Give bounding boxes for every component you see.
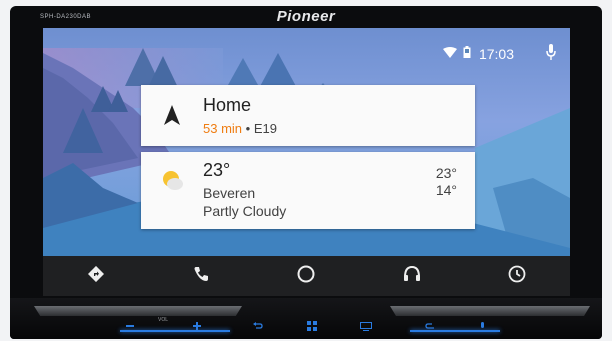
- dock-exit-button[interactable]: [497, 260, 537, 292]
- eta-text: 53 min: [203, 121, 243, 136]
- grid-icon: [307, 321, 317, 331]
- android-auto-screen: 17:03 Home 53 min • E19 23° Beveren Part…: [43, 28, 570, 296]
- clock: 17:03: [478, 46, 514, 62]
- bezel-trim-right: [390, 306, 590, 316]
- destination-name: Home: [203, 95, 252, 115]
- dock-phone-button[interactable]: [181, 260, 221, 292]
- route-info: 53 min • E19: [203, 121, 277, 136]
- navigation-arrow-icon: [164, 105, 180, 130]
- route-name: E19: [253, 121, 277, 136]
- home-circle-icon: [297, 265, 315, 287]
- blue-illumination-left: [120, 330, 230, 332]
- back-icon: [425, 323, 434, 329]
- hw-back-button[interactable]: [410, 316, 450, 336]
- headphones-icon: [403, 265, 421, 286]
- blue-illumination-right: [410, 330, 500, 332]
- model-label: SPH-DA230DAB: [40, 14, 92, 20]
- dock-media-button[interactable]: [392, 260, 432, 292]
- status-bar: 17:03: [437, 43, 556, 65]
- head-unit-bezel: SPH-DA230DAB Pioneer 17:03 Home 53 min •…: [10, 6, 602, 339]
- battery-icon: [463, 45, 471, 63]
- exit-icon: [508, 265, 526, 287]
- weather-condition: Partly Cloudy: [203, 203, 287, 219]
- hw-voice-button[interactable]: [470, 316, 494, 336]
- dock-navigation-button[interactable]: [76, 260, 116, 292]
- weather-card[interactable]: 23° Beveren Partly Cloudy 23° 14°: [141, 152, 475, 229]
- current-temperature: 23°: [203, 160, 231, 180]
- separator: •: [242, 121, 254, 136]
- high-temperature: 23°: [435, 165, 457, 181]
- volume-up-button[interactable]: [185, 316, 209, 336]
- dock-home-button[interactable]: [286, 260, 326, 292]
- vol-label: VOL: [158, 317, 169, 323]
- volume-down-button[interactable]: [118, 316, 142, 336]
- mic-hw-icon: [480, 322, 484, 328]
- bezel-trim-left: [34, 306, 242, 316]
- partly-cloudy-icon: [162, 170, 184, 197]
- return-icon: [253, 322, 263, 329]
- android-auto-dock: [43, 256, 570, 296]
- hw-display-button[interactable]: [346, 316, 386, 336]
- hw-home-button[interactable]: [292, 316, 332, 336]
- plus-icon: [193, 322, 201, 330]
- hw-return-button[interactable]: [238, 316, 278, 336]
- phone-icon: [193, 266, 209, 286]
- brand-logo: Pioneer: [276, 8, 336, 25]
- minus-icon: [126, 325, 134, 327]
- navigation-card[interactable]: Home 53 min • E19: [141, 85, 475, 146]
- weather-location: Beveren: [203, 185, 256, 201]
- low-temperature: 14°: [435, 182, 457, 198]
- screen-icon: [360, 321, 372, 331]
- directions-icon: [87, 265, 104, 286]
- microphone-icon[interactable]: [546, 43, 556, 65]
- wifi-icon: [442, 45, 457, 63]
